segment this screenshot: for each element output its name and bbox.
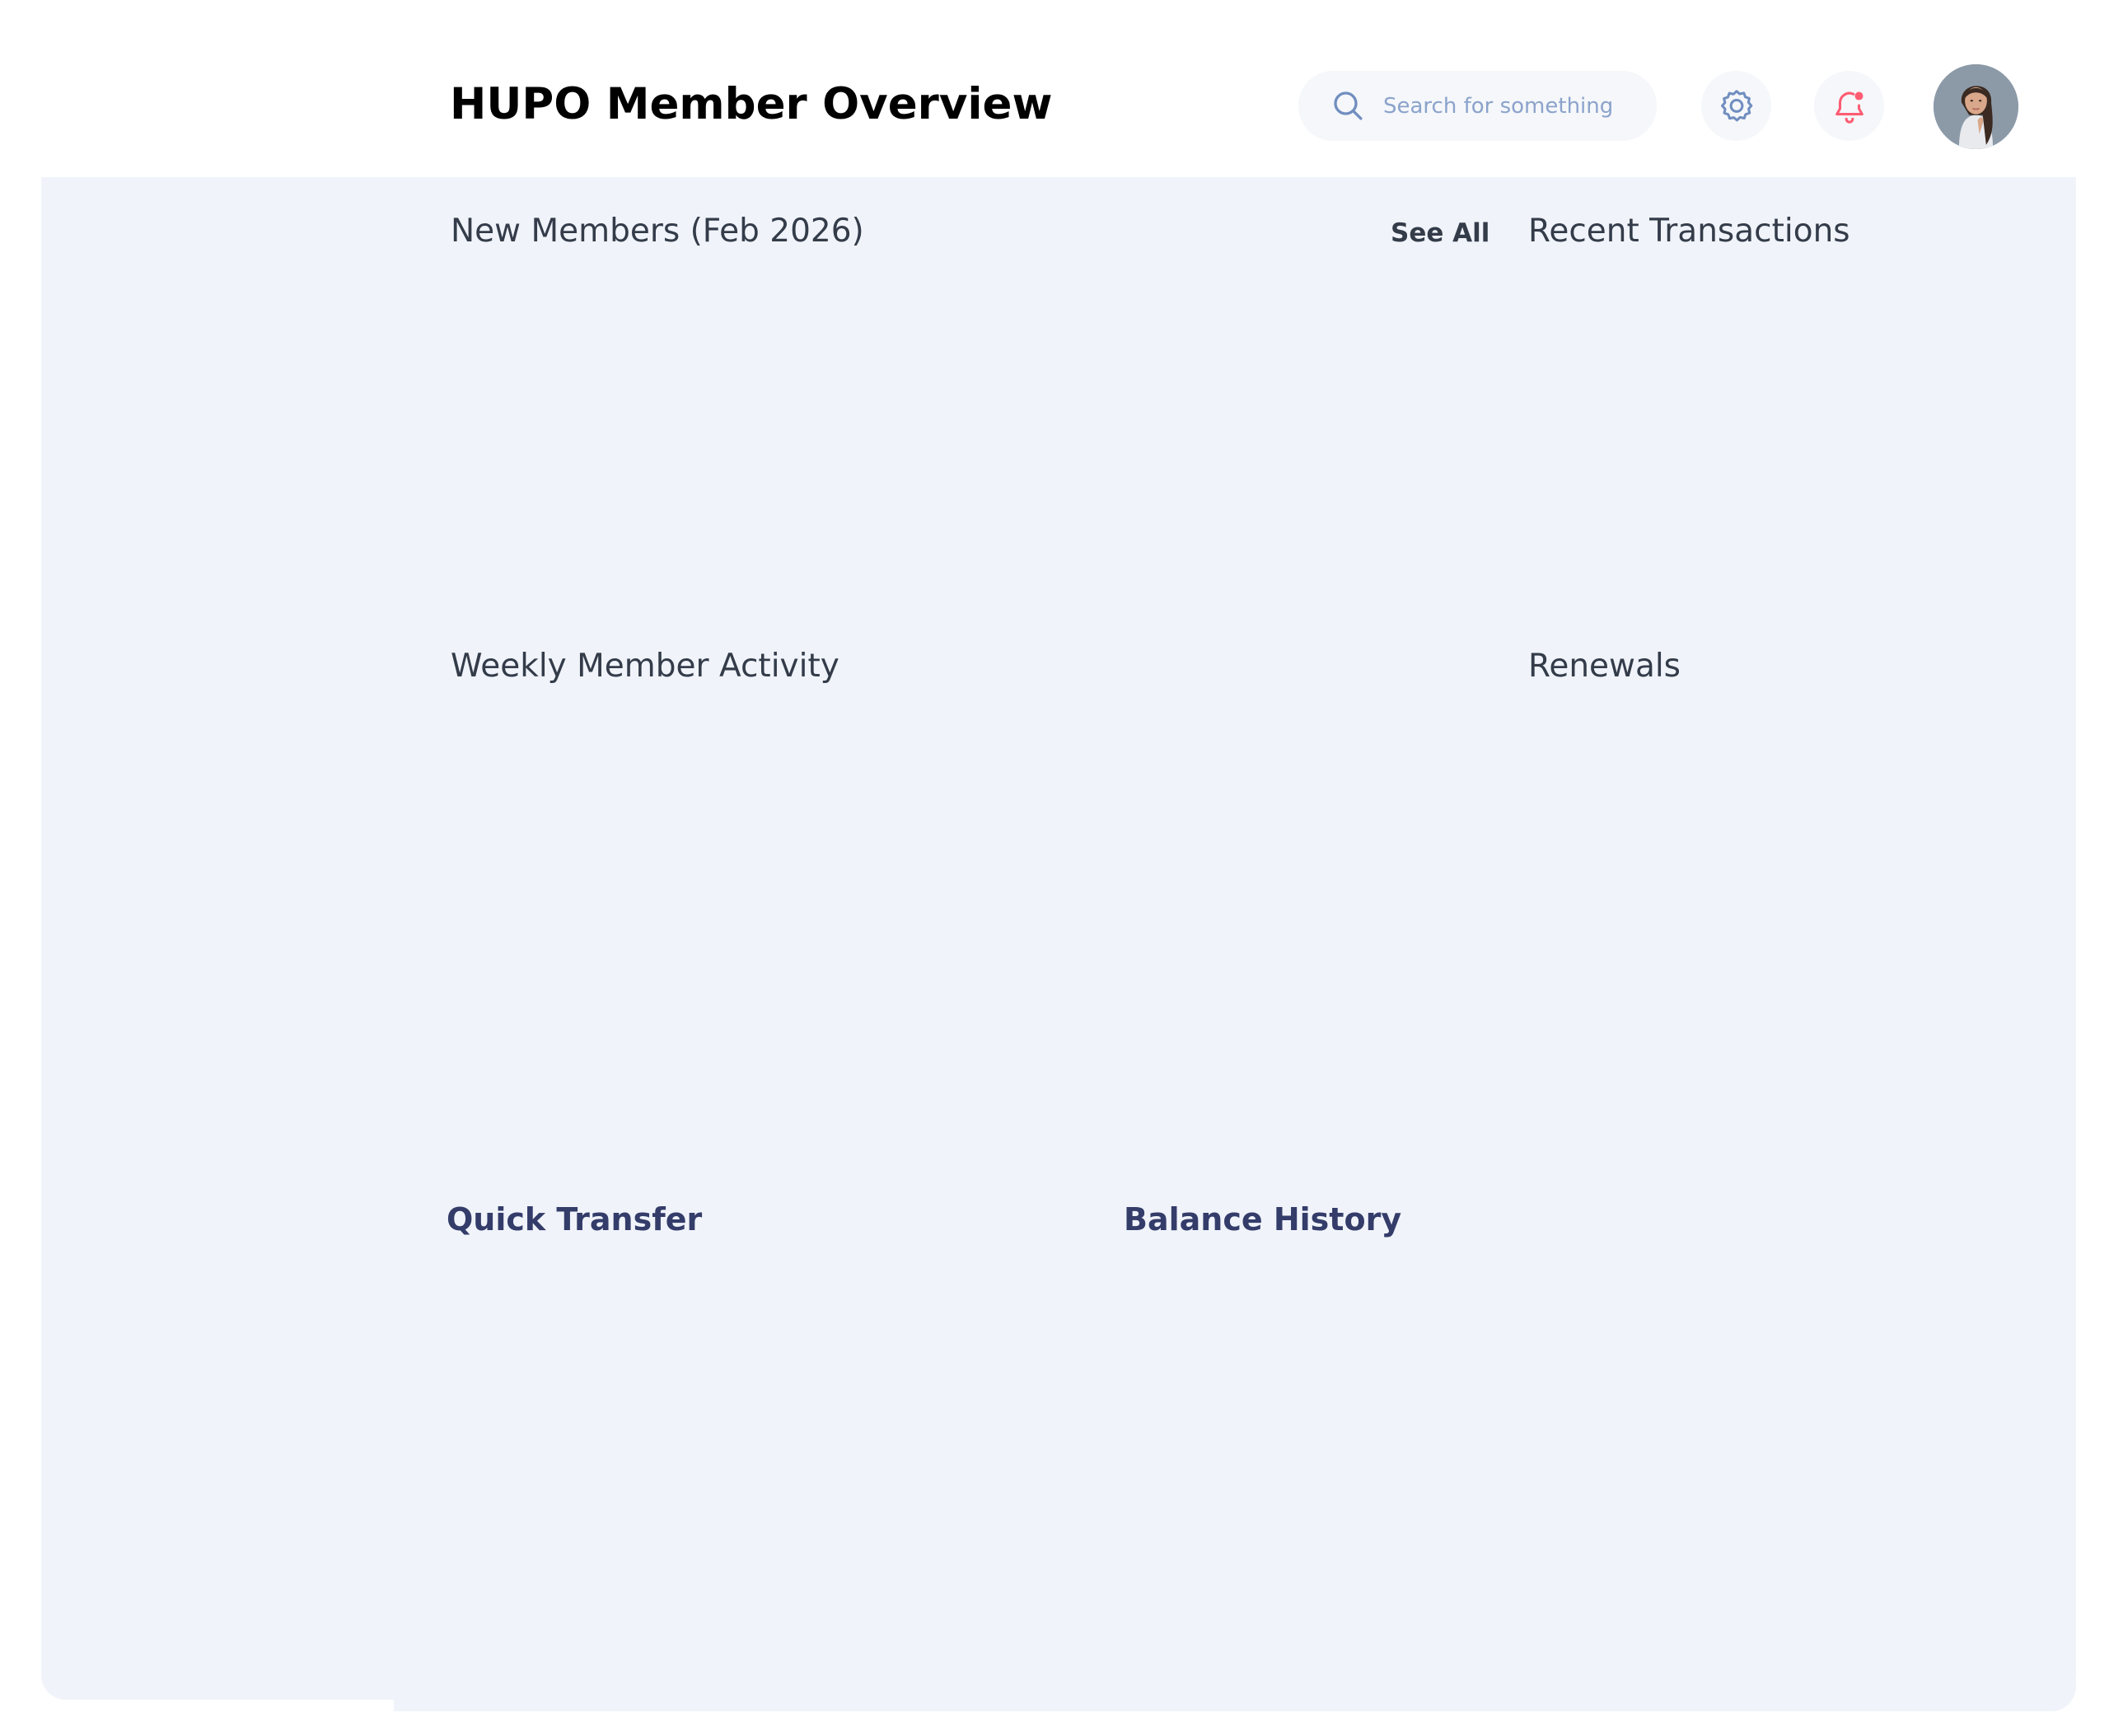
search-bar[interactable] xyxy=(1298,71,1657,141)
recent-transactions-title: Recent Transactions xyxy=(1528,213,1850,250)
page-title: HUPO Member Overview xyxy=(450,79,1053,129)
weekly-activity-title: Weekly Member Activity xyxy=(451,648,839,685)
settings-button[interactable] xyxy=(1701,71,1771,141)
bell-icon xyxy=(1835,91,1863,124)
avatar[interactable] xyxy=(1934,64,2018,149)
quick-transfer-title: Quick Transfer xyxy=(447,1201,703,1238)
user-avatar-icon xyxy=(1934,64,2018,149)
dashboard-content xyxy=(41,177,2076,1700)
new-members-title: New Members (Feb 2026) xyxy=(451,213,864,250)
balance-history-title: Balance History xyxy=(1124,1201,1402,1238)
search-icon xyxy=(1334,91,1363,120)
content-bottom-extension xyxy=(394,1681,2076,1711)
notifications-button[interactable] xyxy=(1814,71,1884,141)
search-input[interactable] xyxy=(1383,86,1630,127)
gear-icon xyxy=(1720,89,1752,121)
see-all-link[interactable]: See All xyxy=(1391,218,1489,248)
renewals-title: Renewals xyxy=(1528,648,1681,685)
